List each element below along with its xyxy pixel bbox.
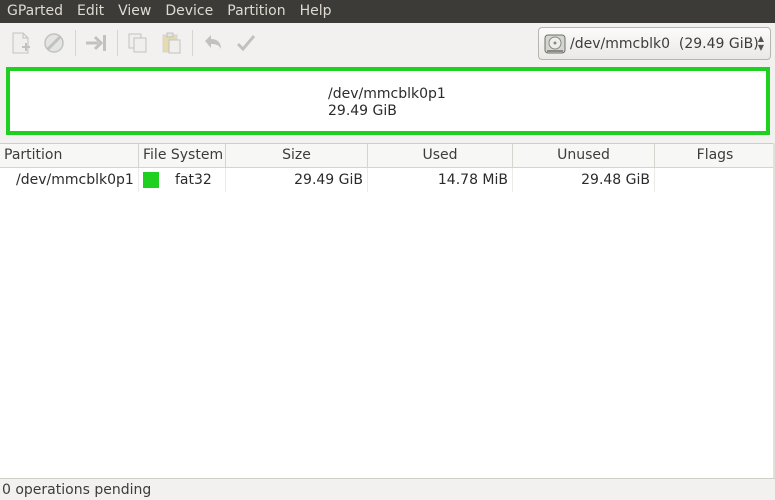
cell-unused: 29.48 GiB — [513, 168, 655, 192]
cell-used: 14.78 MiB — [368, 168, 513, 192]
partition-map-name: /dev/mmcblk0p1 — [328, 86, 446, 102]
copy-icon — [128, 33, 147, 53]
cell-filesystem: fat32 — [139, 168, 226, 192]
filesystem-label: fat32 — [175, 172, 212, 188]
menu-device[interactable]: Device — [158, 0, 220, 23]
column-header-partition[interactable]: Partition — [0, 144, 139, 168]
table-header: Partition File System Size Used Unused F… — [0, 144, 775, 168]
device-selector-label: /dev/mmcblk0 (29.49 GiB) — [570, 35, 759, 52]
undo-icon — [205, 35, 221, 49]
copy-button[interactable] — [123, 28, 153, 58]
apply-icon — [236, 35, 256, 52]
chevron-updown-icon: ▲ ▼ — [757, 34, 764, 52]
new-partition-button[interactable] — [6, 28, 36, 58]
table-row[interactable]: /dev/mmcblk0p1 fat32 29.49 GiB 14.78 MiB… — [0, 168, 775, 192]
menu-view[interactable]: View — [111, 0, 158, 23]
menu-gparted[interactable]: GParted — [0, 0, 70, 23]
menu-help[interactable]: Help — [293, 0, 339, 23]
delete-button[interactable] — [39, 28, 69, 58]
paste-icon — [162, 32, 181, 54]
menubar: GParted Edit View Device Partition Help — [0, 0, 775, 23]
status-bar: 0 operations pending — [0, 478, 775, 500]
apply-button[interactable] — [231, 28, 261, 58]
partition-table: Partition File System Size Used Unused F… — [0, 143, 775, 478]
undo-button[interactable] — [198, 28, 228, 58]
toolbar-separator — [75, 30, 76, 56]
cell-partition: /dev/mmcblk0p1 — [0, 168, 139, 192]
paste-button[interactable] — [156, 28, 186, 58]
toolbar-separator — [117, 30, 118, 56]
partition-map-block[interactable]: /dev/mmcblk0p1 29.49 GiB — [6, 67, 770, 135]
partition-map-size: 29.49 GiB — [328, 103, 397, 119]
column-header-size[interactable]: Size — [226, 144, 368, 168]
toolbar-separator — [192, 30, 193, 56]
menu-edit[interactable]: Edit — [70, 0, 111, 23]
column-header-flags[interactable]: Flags — [655, 144, 775, 168]
cell-flags — [655, 168, 775, 192]
resize-move-button[interactable] — [81, 28, 111, 58]
delete-icon — [44, 33, 64, 53]
status-text: 0 operations pending — [2, 482, 152, 498]
column-header-used[interactable]: Used — [368, 144, 513, 168]
partition-map: /dev/mmcblk0p1 29.49 GiB — [0, 63, 775, 143]
device-selector[interactable]: /dev/mmcblk0 (29.49 GiB) ▲ ▼ — [538, 27, 771, 60]
column-header-filesystem[interactable]: File System — [139, 144, 226, 168]
filesystem-color-swatch — [143, 172, 159, 188]
menu-partition[interactable]: Partition — [220, 0, 292, 23]
hard-disk-icon — [544, 34, 566, 53]
new-partition-icon — [12, 32, 30, 54]
resize-move-icon — [86, 35, 106, 51]
cell-size: 29.49 GiB — [226, 168, 368, 192]
column-header-unused[interactable]: Unused — [513, 144, 655, 168]
